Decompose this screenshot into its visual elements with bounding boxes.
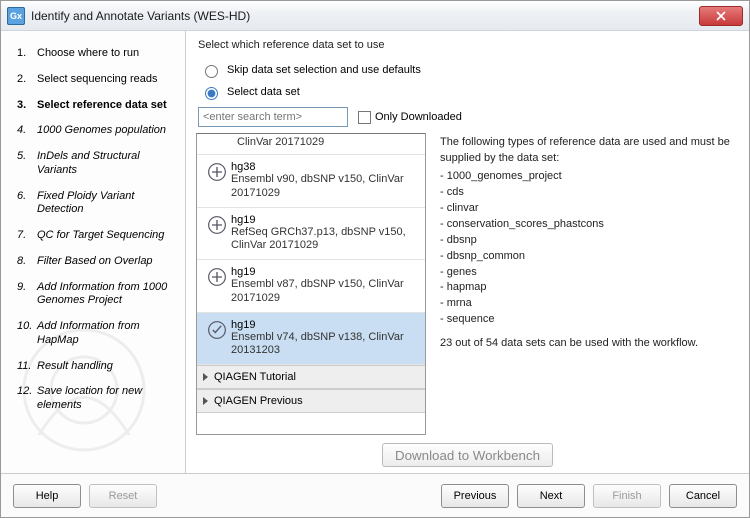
cancel-button[interactable]: Cancel [669, 484, 737, 508]
search-input[interactable] [198, 107, 348, 127]
app-icon: Gx [7, 7, 25, 25]
footer: Help Reset Previous Next Finish Cancel [1, 473, 749, 517]
steps-sidebar: Choose where to runSelect sequencing rea… [1, 31, 186, 473]
wizard-step[interactable]: Add Information from HapMap [17, 314, 177, 354]
info-type-item: mrna [440, 296, 735, 312]
wizard-step[interactable]: Save location for new elements [17, 379, 177, 419]
dataset-list: ClinVar 20171029hg38Ensembl v90, dbSNP v… [196, 133, 426, 435]
group-label: QIAGEN Previous [214, 395, 303, 407]
dataset-desc: RefSeq GRCh37.p13, dbSNP v150, ClinVar 2… [231, 226, 419, 254]
group-label: QIAGEN Tutorial [214, 371, 296, 383]
close-button[interactable] [699, 6, 743, 26]
wizard-step[interactable]: Filter Based on Overlap [17, 249, 177, 275]
radio-select[interactable] [205, 87, 218, 100]
caret-right-icon [203, 373, 208, 381]
download-button[interactable]: Download to Workbench [382, 443, 553, 467]
dataset-name: hg19 [231, 214, 419, 226]
previous-button[interactable]: Previous [441, 484, 509, 508]
only-downloaded-checkbox[interactable]: Only Downloaded [358, 111, 462, 124]
info-type-item: genes [440, 265, 735, 281]
info-intro: The following types of reference data ar… [440, 135, 735, 167]
wizard-body: Choose where to runSelect sequencing rea… [1, 31, 749, 473]
check-circle-icon [207, 320, 227, 340]
search-row: Only Downloaded [196, 103, 739, 133]
window-title: Identify and Annotate Variants (WES-HD) [31, 9, 699, 23]
dataset-name: hg38 [231, 161, 419, 173]
wizard-window: Gx Identify and Annotate Variants (WES-H… [0, 0, 750, 518]
wizard-step[interactable]: Result handling [17, 354, 177, 380]
dataset-name: hg19 [231, 266, 419, 278]
dataset-item[interactable]: hg38Ensembl v90, dbSNP v150, ClinVar 201… [197, 155, 425, 208]
info-summary: 23 out of 54 data sets can be used with … [440, 336, 735, 352]
wizard-step[interactable]: Select reference data set [17, 93, 177, 119]
radio-select-row[interactable]: Select data set [196, 81, 739, 103]
radio-skip-label: Skip data set selection and use defaults [227, 64, 421, 76]
main-panel: Select which reference data set to use S… [186, 31, 749, 473]
wizard-step[interactable]: Add Information from 1000 Genomes Projec… [17, 275, 177, 315]
dataset-item[interactable]: hg19Ensembl v74, dbSNP v138, ClinVar 201… [197, 313, 425, 366]
plus-circle-icon [207, 162, 227, 182]
info-type-item: dbsnp [440, 233, 735, 249]
next-button[interactable]: Next [517, 484, 585, 508]
dataset-scroll[interactable]: ClinVar 20171029hg38Ensembl v90, dbSNP v… [197, 134, 425, 434]
panel-instruction: Select which reference data set to use [196, 37, 739, 59]
info-type-item: cds [440, 185, 735, 201]
wizard-step[interactable]: Fixed Ploidy Variant Detection [17, 184, 177, 224]
dataset-desc: Ensembl v87, dbSNP v150, ClinVar 2017102… [231, 278, 419, 306]
dataset-group[interactable]: QIAGEN Tutorial [197, 365, 425, 389]
dataset-item-partial[interactable]: ClinVar 20171029 [197, 134, 425, 155]
plus-circle-icon [207, 215, 227, 235]
split-area: ClinVar 20171029hg38Ensembl v90, dbSNP v… [196, 133, 739, 435]
dataset-name: hg19 [231, 319, 419, 331]
plus-circle-icon [207, 267, 227, 287]
wizard-step[interactable]: InDels and Structural Variants [17, 144, 177, 184]
info-panel: The following types of reference data ar… [436, 133, 739, 435]
finish-button[interactable]: Finish [593, 484, 661, 508]
dataset-item[interactable]: hg19RefSeq GRCh37.p13, dbSNP v150, ClinV… [197, 208, 425, 261]
radio-select-label: Select data set [227, 86, 300, 98]
download-row: Download to Workbench [196, 435, 739, 469]
help-button[interactable]: Help [13, 484, 81, 508]
dataset-group[interactable]: QIAGEN Previous [197, 389, 425, 413]
info-type-item: sequence [440, 312, 735, 328]
dataset-desc: Ensembl v90, dbSNP v150, ClinVar 2017102… [231, 173, 419, 201]
info-type-item: conservation_scores_phastcons [440, 217, 735, 233]
info-types-list: 1000_genomes_projectcdsclinvarconservati… [440, 169, 735, 328]
wizard-step[interactable]: 1000 Genomes population [17, 118, 177, 144]
wizard-step[interactable]: QC for Target Sequencing [17, 223, 177, 249]
dataset-desc: Ensembl v74, dbSNP v138, ClinVar 2013120… [231, 331, 419, 359]
info-type-item: hapmap [440, 280, 735, 296]
caret-right-icon [203, 397, 208, 405]
info-type-item: 1000_genomes_project [440, 169, 735, 185]
only-downloaded-label: Only Downloaded [375, 111, 462, 123]
info-type-item: dbsnp_common [440, 249, 735, 265]
close-icon [716, 11, 726, 21]
steps-list: Choose where to runSelect sequencing rea… [17, 41, 177, 419]
titlebar: Gx Identify and Annotate Variants (WES-H… [1, 1, 749, 31]
reset-button[interactable]: Reset [89, 484, 157, 508]
radio-skip-row[interactable]: Skip data set selection and use defaults [196, 59, 739, 81]
wizard-step[interactable]: Select sequencing reads [17, 67, 177, 93]
dataset-item[interactable]: hg19Ensembl v87, dbSNP v150, ClinVar 201… [197, 260, 425, 313]
checkbox-icon [358, 111, 371, 124]
radio-skip[interactable] [205, 65, 218, 78]
info-type-item: clinvar [440, 201, 735, 217]
wizard-step[interactable]: Choose where to run [17, 41, 177, 67]
